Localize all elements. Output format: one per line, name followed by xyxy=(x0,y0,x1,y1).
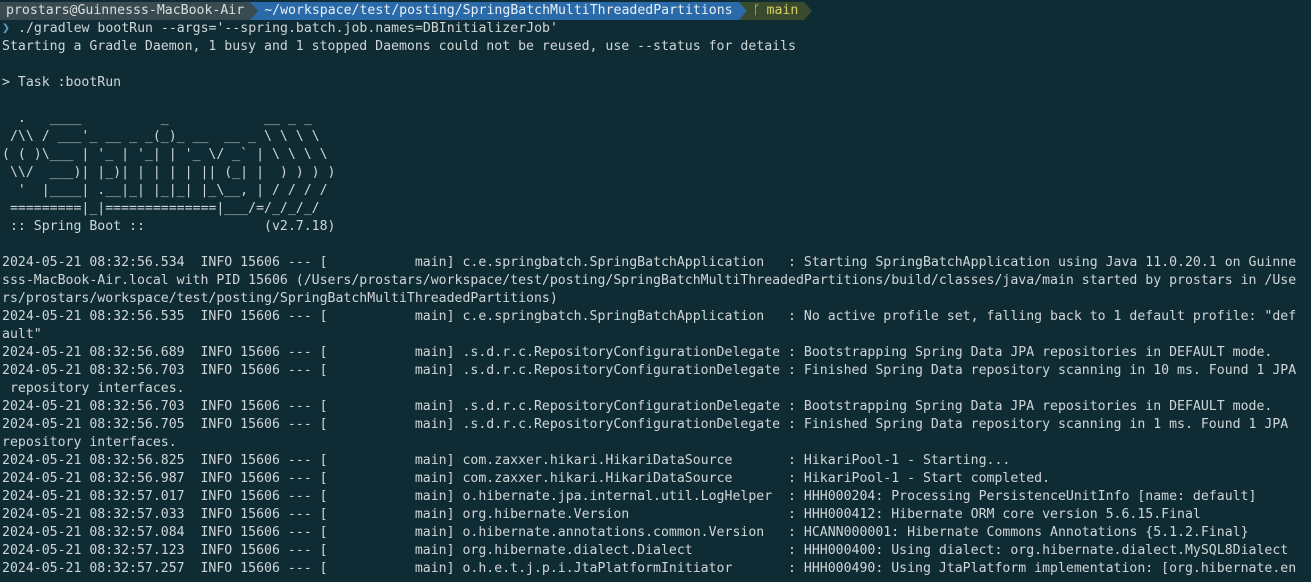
prompt-separator-arrow xyxy=(804,2,813,20)
prompt-separator-arrow xyxy=(738,2,747,20)
banner-line: ( ( )\___ | '_ | '_| | '_ \/ _` | \ \ \ … xyxy=(2,147,328,162)
prompt-git-segment: ᚴ main xyxy=(746,2,805,20)
log-line: 2024-05-21 08:32:56.987 INFO 15606 --- [… xyxy=(2,471,1051,486)
log-line: repository interfaces. xyxy=(2,381,185,396)
banner-line: =========|_|==============|___/=/_/_/_/ xyxy=(2,201,320,216)
log-line: 2024-05-21 08:32:56.825 INFO 15606 --- [… xyxy=(2,453,1011,468)
command-line: ❯ ./gradlew bootRun --args='--spring.bat… xyxy=(2,20,1311,38)
log-output: 2024-05-21 08:32:56.534 INFO 15606 --- [… xyxy=(2,254,1311,578)
log-line: 2024-05-21 08:32:56.705 INFO 15606 --- [… xyxy=(2,417,1289,432)
spring-boot-banner: . ____ _ __ _ _ /\\ / ___'_ __ _ _(_)_ _… xyxy=(2,110,1311,236)
shell-prompt: prostars@Guinnesss-MacBook-Air ~/workspa… xyxy=(0,2,1311,20)
log-line: 2024-05-21 08:32:57.084 INFO 15606 --- [… xyxy=(2,525,1249,540)
prompt-path: ~/workspace/test/posting/SpringBatchMult… xyxy=(258,2,739,20)
log-line: sss-MacBook-Air.local with PID 15606 (/U… xyxy=(2,273,1297,288)
log-line: 2024-05-21 08:32:57.033 INFO 15606 --- [… xyxy=(2,507,1201,522)
command-text: ./gradlew bootRun --args='--spring.batch… xyxy=(18,21,558,36)
banner-line: ' |____| .__|_| |_|_| |_\__, | / / / / xyxy=(2,183,328,198)
terminal-window[interactable]: prostars@Guinnesss-MacBook-Air ~/workspa… xyxy=(0,0,1311,582)
command-arrow-icon: ❯ xyxy=(2,21,10,36)
log-line: rs/prostars/workspace/test/posting/Sprin… xyxy=(2,291,558,306)
daemon-message: Starting a Gradle Daemon, 1 busy and 1 s… xyxy=(2,39,796,54)
log-line: 2024-05-21 08:32:57.017 INFO 15606 --- [… xyxy=(2,489,1257,504)
log-line: 2024-05-21 08:32:56.535 INFO 15606 --- [… xyxy=(2,309,1297,324)
task-line: > Task :bootRun xyxy=(2,75,122,90)
log-line: 2024-05-21 08:32:56.689 INFO 15606 --- [… xyxy=(2,345,1273,360)
prompt-user-host: prostars@Guinnesss-MacBook-Air xyxy=(0,2,251,20)
banner-line: /\\ / ___'_ __ _ _(_)_ __ __ _ \ \ \ \ xyxy=(2,129,320,144)
log-line: 2024-05-21 08:32:56.703 INFO 15606 --- [… xyxy=(2,399,1273,414)
banner-version-line: :: Spring Boot :: (v2.7.18) xyxy=(2,219,336,234)
prompt-branch-name: main xyxy=(766,3,799,18)
banner-line: \\/ ___)| |_)| | | | | || (_| | ) ) ) ) xyxy=(2,165,336,180)
git-branch-icon: ᚴ xyxy=(752,3,761,18)
prompt-separator-arrow xyxy=(250,2,259,20)
log-line: ault" xyxy=(2,327,42,342)
log-line: 2024-05-21 08:32:57.257 INFO 15606 --- [… xyxy=(2,561,1297,576)
log-line: 2024-05-21 08:32:56.534 INFO 15606 --- [… xyxy=(2,255,1297,270)
banner-line: . ____ _ __ _ _ xyxy=(2,111,312,126)
log-line: repository interfaces. xyxy=(2,435,177,450)
log-line: 2024-05-21 08:32:57.123 INFO 15606 --- [… xyxy=(2,543,1289,558)
log-line: 2024-05-21 08:32:56.703 INFO 15606 --- [… xyxy=(2,363,1297,378)
